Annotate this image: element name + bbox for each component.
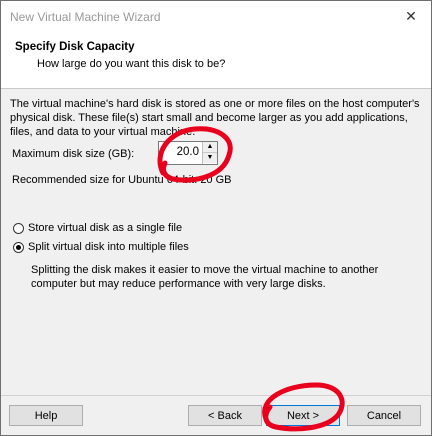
title-bar: New Virtual Machine Wizard ✕ (1, 1, 431, 33)
radio-single-file-indicator[interactable] (13, 222, 24, 234)
max-size-label: Maximum disk size (GB): (12, 148, 135, 160)
split-description: Splitting the disk makes it easier to mo… (31, 264, 379, 290)
disk-description: The virtual machine's hard disk is store… (10, 98, 420, 138)
radio-split-files-indicator[interactable] (13, 241, 24, 253)
help-button[interactable]: Help (9, 405, 83, 426)
page-subtitle: How large do you want this disk to be? (37, 58, 226, 70)
wizard-header: Specify Disk Capacity How large do you w… (1, 33, 431, 89)
max-disk-size-stepper[interactable]: ▲ ▼ (158, 141, 218, 165)
wizard-window: New Virtual Machine Wizard ✕ Specify Dis… (0, 0, 432, 436)
down-arrow-icon[interactable]: ▼ (203, 153, 217, 163)
cancel-button[interactable]: Cancel (347, 405, 421, 426)
radio-single-file[interactable]: Store virtual disk as a single file (13, 222, 182, 234)
max-disk-size-input[interactable] (161, 144, 199, 160)
recommended-size: Recommended size for Ubuntu 64-bit: 20 G… (12, 174, 232, 186)
window-title: New Virtual Machine Wizard (10, 10, 161, 24)
radio-split-files[interactable]: Split virtual disk into multiple files (13, 241, 189, 253)
up-arrow-icon[interactable]: ▲ (203, 142, 217, 153)
back-button[interactable]: < Back (188, 405, 262, 426)
radio-single-file-label[interactable]: Store virtual disk as a single file (28, 222, 182, 234)
spin-buttons: ▲ ▼ (202, 142, 217, 164)
close-icon[interactable]: ✕ (399, 5, 423, 27)
radio-split-files-label[interactable]: Split virtual disk into multiple files (28, 241, 189, 253)
next-button[interactable]: Next > (266, 405, 340, 426)
footer-separator (1, 395, 431, 396)
page-title: Specify Disk Capacity (15, 41, 135, 53)
